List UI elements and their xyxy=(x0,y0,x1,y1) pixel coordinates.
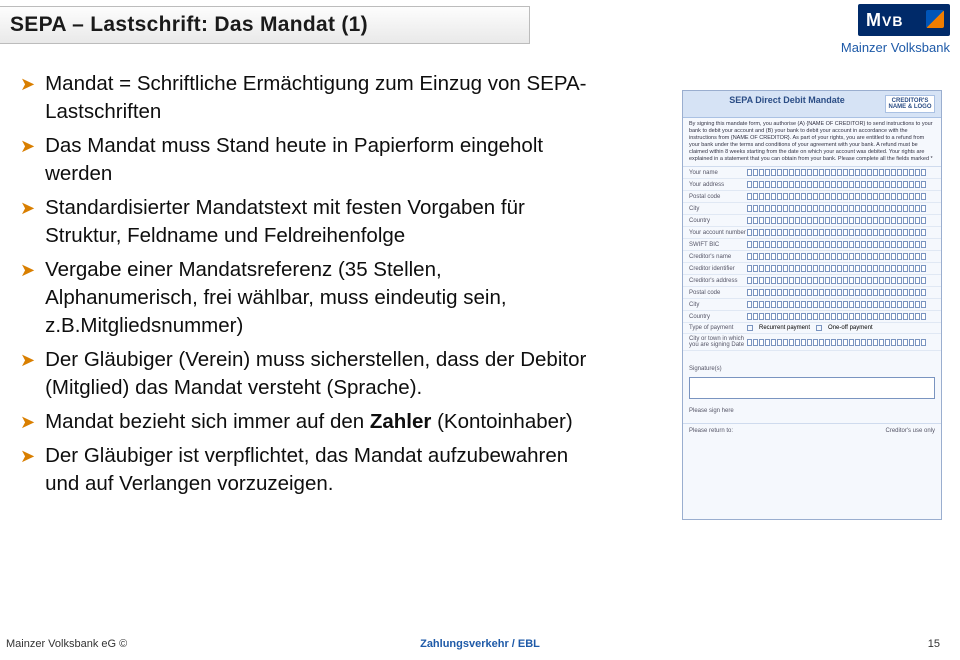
bullet-arrow-icon: ➤ xyxy=(20,442,35,470)
logo-letter-vb: VB xyxy=(882,13,903,29)
signature-box xyxy=(689,377,935,399)
signature-area: Signature(s) Please sign here xyxy=(683,351,941,423)
slide-footer: Mainzer Volksbank eG © Zahlungsverkehr /… xyxy=(0,634,960,654)
bullet-text: Vergabe einer Mandatsreferenz (35 Stelle… xyxy=(45,256,590,340)
form-row-cred-name: Creditor's name xyxy=(683,251,941,263)
title-bar: SEPA – Lastschrift: Das Mandat (1) xyxy=(0,6,530,44)
logo-letter-m: M xyxy=(866,10,882,30)
form-row-cred-city: City xyxy=(683,299,941,311)
bullet-item: ➤ Standardisierter Mandatstext mit feste… xyxy=(20,194,590,250)
footer-page-number: 15 xyxy=(928,638,940,650)
form-boxes xyxy=(747,205,935,212)
form-boxes xyxy=(747,217,935,224)
form-boxes xyxy=(747,301,935,308)
form-row-cred-id: Creditor identifier xyxy=(683,263,941,275)
bullet-text: Der Gläubiger (Verein) muss sicherstelle… xyxy=(45,346,590,402)
mandate-form-illustration: SEPA Direct Debit Mandate CREDITOR'S NAM… xyxy=(682,90,942,520)
brand-area: MVB Mainzer Volksbank xyxy=(820,4,950,55)
form-boxes xyxy=(747,289,935,296)
form-footer: Please return to: Creditor's use only xyxy=(683,423,941,438)
form-creditor-logo-box: CREDITOR'S NAME & LOGO xyxy=(885,95,935,113)
form-boxes xyxy=(747,313,935,320)
bullet-arrow-icon: ➤ xyxy=(20,256,35,284)
form-boxes xyxy=(747,265,935,272)
form-row-name: Your name xyxy=(683,167,941,179)
form-row-address: Your address xyxy=(683,179,941,191)
form-boxes xyxy=(747,339,935,346)
form-row-bic: SWIFT BIC xyxy=(683,239,941,251)
slide: SEPA – Lastschrift: Das Mandat (1) MVB M… xyxy=(0,0,960,660)
form-boxes xyxy=(747,229,935,236)
brand-logo: MVB xyxy=(858,4,950,36)
form-row-postal: Postal code xyxy=(683,191,941,203)
form-boxes xyxy=(747,169,935,176)
footer-center: Zahlungsverkehr / EBL xyxy=(0,638,960,650)
bullet-text: Mandat bezieht sich immer auf den Zahler… xyxy=(45,408,573,436)
bullet-text: Das Mandat muss Stand heute in Papierfor… xyxy=(45,132,590,188)
form-row-payment-type: Type of payment Recurrent payment One-of… xyxy=(683,323,941,334)
bullet-item: ➤ Der Gläubiger (Verein) muss sicherstel… xyxy=(20,346,590,402)
bullet-text: Der Gläubiger ist verpflichtet, das Mand… xyxy=(45,442,590,498)
bullet-item: ➤ Der Gläubiger ist verpflichtet, das Ma… xyxy=(20,442,590,498)
bullet-item: ➤ Vergabe einer Mandatsreferenz (35 Stel… xyxy=(20,256,590,340)
bullet-text: Standardisierter Mandatstext mit festen … xyxy=(45,194,590,250)
footer-left: Mainzer Volksbank eG © xyxy=(6,638,127,650)
bullet-text: Mandat = Schriftliche Ermächtigung zum E… xyxy=(45,70,590,126)
form-row-country: Country xyxy=(683,215,941,227)
bullet-arrow-icon: ➤ xyxy=(20,70,35,98)
form-row-cred-country: Country xyxy=(683,311,941,323)
checkbox-icon xyxy=(816,325,822,331)
bullet-arrow-icon: ➤ xyxy=(20,346,35,374)
bullet-arrow-icon: ➤ xyxy=(20,132,35,160)
form-row-date-place: City or town in which you are signing Da… xyxy=(683,334,941,351)
bullet-arrow-icon: ➤ xyxy=(20,194,35,222)
bullet-list: ➤ Mandat = Schriftliche Ermächtigung zum… xyxy=(20,70,590,504)
bullet-item: ➤ Mandat bezieht sich immer auf den Zahl… xyxy=(20,408,590,436)
form-intro-text: By signing this mandate form, you author… xyxy=(683,118,941,167)
form-row-city: City xyxy=(683,203,941,215)
form-row-cred-addr: Creditor's address xyxy=(683,275,941,287)
bullet-arrow-icon: ➤ xyxy=(20,408,35,436)
slide-title: SEPA – Lastschrift: Das Mandat (1) xyxy=(10,13,368,37)
bullet-item: ➤ Mandat = Schriftliche Ermächtigung zum… xyxy=(20,70,590,126)
brand-name: Mainzer Volksbank xyxy=(820,40,950,55)
form-boxes xyxy=(747,241,935,248)
form-title: SEPA Direct Debit Mandate xyxy=(689,95,885,113)
form-row-cred-postal: Postal code xyxy=(683,287,941,299)
form-header: SEPA Direct Debit Mandate CREDITOR'S NAM… xyxy=(683,91,941,118)
form-row-iban: Your account number xyxy=(683,227,941,239)
form-boxes xyxy=(747,253,935,260)
form-boxes xyxy=(747,181,935,188)
logo-square-icon xyxy=(926,10,944,28)
form-boxes xyxy=(747,277,935,284)
checkbox-icon xyxy=(747,325,753,331)
form-boxes xyxy=(747,193,935,200)
bullet-item: ➤ Das Mandat muss Stand heute in Papierf… xyxy=(20,132,590,188)
